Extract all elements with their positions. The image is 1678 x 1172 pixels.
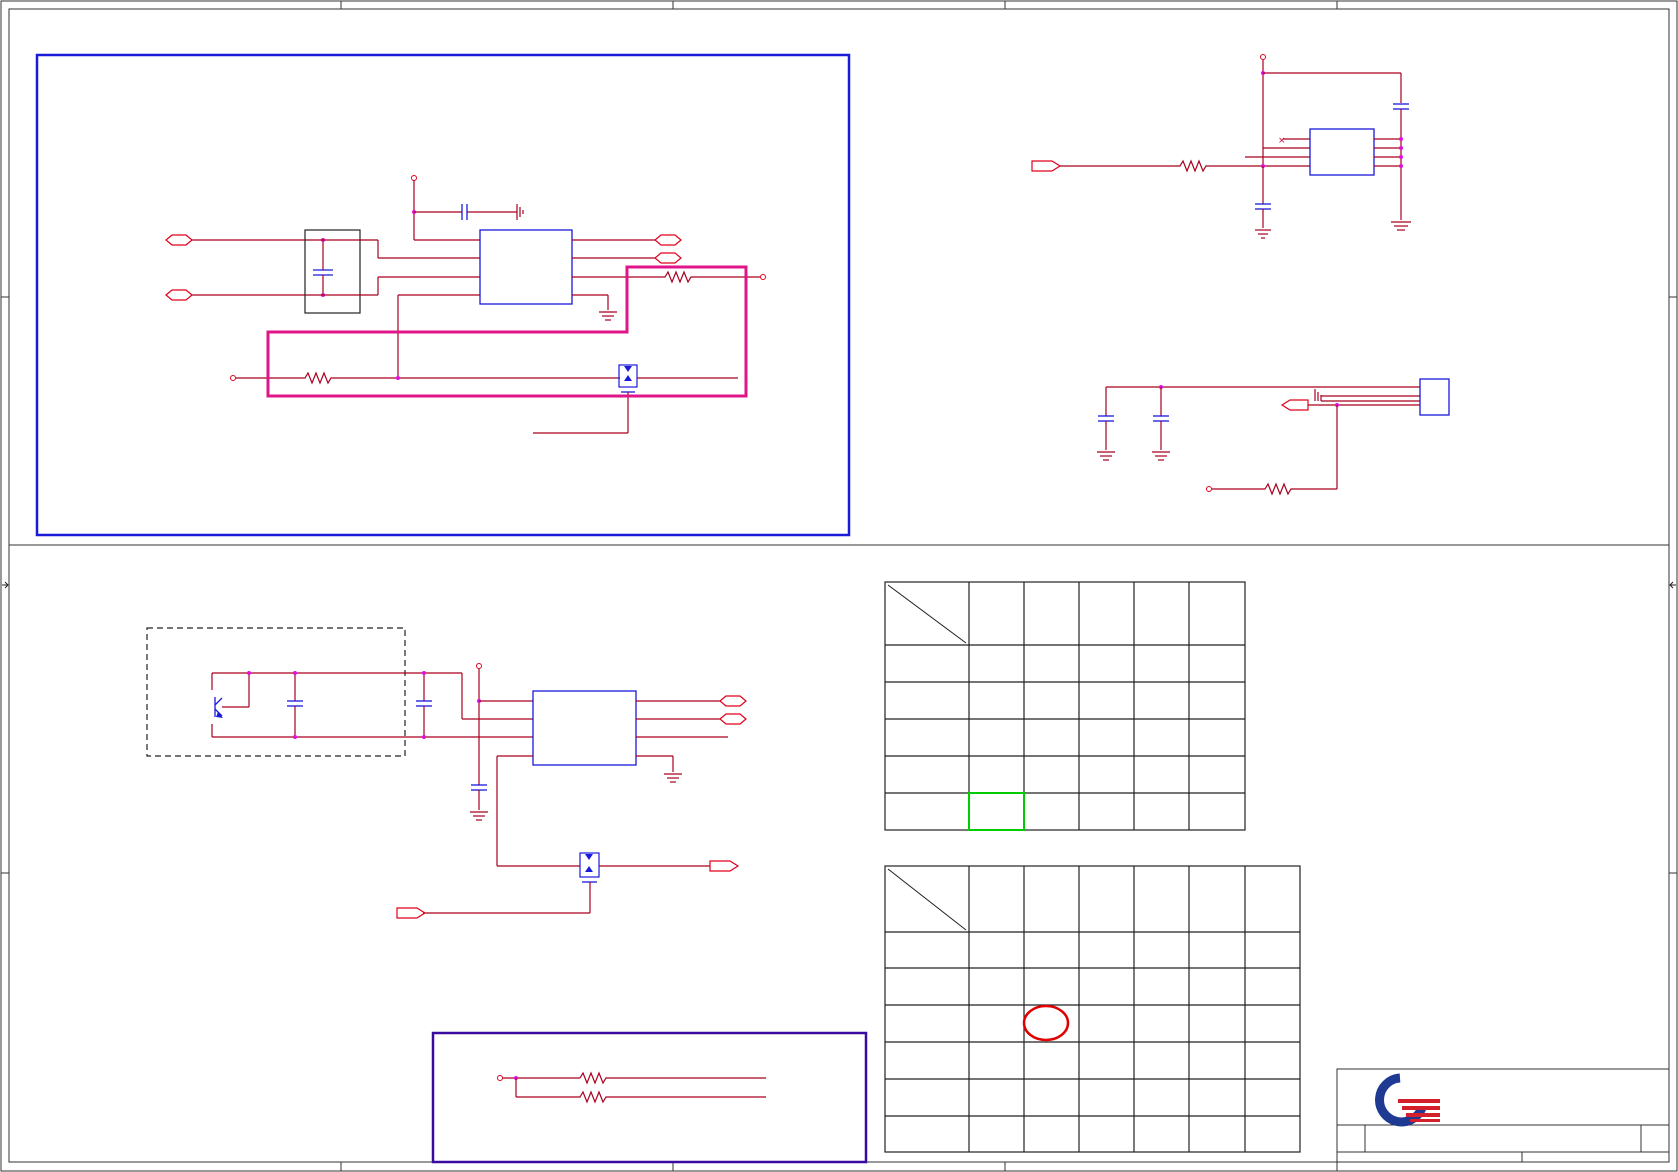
- svg-text:×: ×: [1278, 136, 1286, 146]
- top-left-circuit-block: [35, 53, 851, 537]
- matrix-a-highlight-cell: [968, 792, 1025, 831]
- schematic-sheet: ×: [0, 0, 1678, 1172]
- pullup-resistor-block: [431, 1031, 868, 1164]
- company-logo-icon: [1375, 1073, 1440, 1127]
- config-matrix-b: [884, 865, 1301, 1153]
- title-block: [1336, 1068, 1670, 1163]
- top-right-circuit: ×: [1031, 54, 1411, 239]
- drawing-frame: [0, 0, 1678, 1172]
- config-matrix-a: [884, 581, 1246, 831]
- matrix-b-highlight-circle: [1022, 1004, 1070, 1042]
- right-middle-circuit: [1097, 378, 1450, 496]
- bottom-left-circuit: [146, 627, 747, 919]
